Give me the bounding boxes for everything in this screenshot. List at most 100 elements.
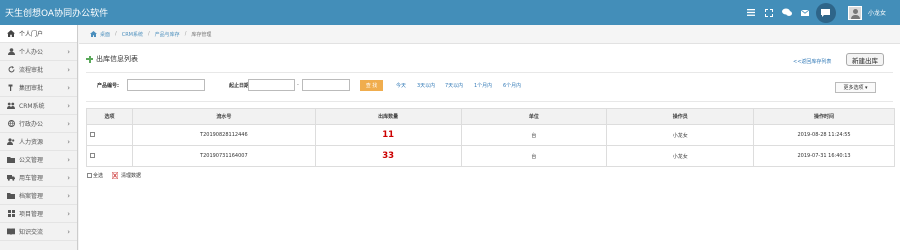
chevron-right-icon: ›: [67, 192, 70, 200]
sidebar-item-label: 知识交流: [19, 229, 44, 236]
row-checkbox[interactable]: [90, 131, 95, 137]
quick-filter-3days[interactable]: 3天以内: [417, 82, 435, 89]
sidebar-item-personal-office[interactable]: 个人办公 ›: [0, 43, 77, 61]
time-cell: 2019-08-28 11:24:55: [753, 124, 895, 146]
globe-icon: [7, 120, 15, 128]
outbound-table: 选项 流水号 出库数量 单位 操作员 操作时间 T20190828112446 …: [86, 108, 895, 167]
chevron-right-icon: ›: [67, 84, 70, 92]
plus-icon: [86, 55, 93, 63]
more-options-button[interactable]: 更多选项 ▾: [835, 82, 876, 93]
serial-cell: T20190731164007: [131, 145, 316, 167]
sidebar-item-label: 行政办公: [19, 121, 44, 128]
avatar[interactable]: [847, 5, 862, 20]
people-icon: [7, 138, 15, 146]
serial-cell: T20190828112446: [131, 124, 316, 146]
sidebar-item-documents[interactable]: 公文管理 ›: [0, 151, 77, 169]
chevron-right-icon: ›: [67, 210, 70, 218]
new-outbound-button[interactable]: 新建出库: [846, 53, 884, 66]
search-button[interactable]: 查 找: [360, 80, 383, 91]
home-icon: [7, 30, 15, 38]
quick-filter-today[interactable]: 今天: [396, 82, 406, 89]
select-all-checkbox[interactable]: [87, 173, 92, 178]
filter-bar: 产品编号: 起止日期: - 查 找 今天 3天以内 7天以内 1个月内 6个月内: [97, 79, 897, 92]
sidebar-item-label: 人力资源: [19, 139, 44, 146]
grid-icon: [7, 210, 15, 218]
page-title: 出库信息列表: [96, 55, 138, 63]
quick-filter-1month[interactable]: 1个月内: [474, 82, 492, 89]
sidebar-item-admin-office[interactable]: 行政办公 ›: [0, 115, 77, 133]
sidebar-item-hr[interactable]: 人力资源 ›: [0, 133, 77, 151]
row-select-cell: [86, 145, 133, 167]
book-icon: [7, 228, 15, 236]
sidebar-item-vehicles[interactable]: 用车管理 ›: [0, 169, 77, 187]
operator-cell: 小龙女: [606, 145, 755, 167]
group-icon: [7, 102, 15, 110]
time-cell: 2019-07-31 16:40:13: [753, 145, 895, 167]
quantity-cell: 11: [314, 124, 462, 146]
top-toolbar: 小龙女: [742, 0, 890, 25]
column-header-time[interactable]: 操作时间: [753, 108, 895, 125]
chevron-right-icon: ›: [67, 174, 70, 182]
sidebar: 个人门户 个人办公 › 流程审批 › 集团审批 › CRM系统 › 行政办公 ›…: [0, 25, 78, 250]
operator-cell: 小龙女: [606, 124, 755, 146]
breadcrumb-separator: /: [184, 31, 187, 37]
select-all-label[interactable]: 全选: [93, 172, 103, 179]
clear-data-link[interactable]: 清理数据: [121, 172, 141, 179]
breadcrumb-crm[interactable]: CRM系统: [122, 31, 143, 38]
sidebar-item-personal-portal[interactable]: 个人门户: [0, 25, 77, 43]
row-checkbox[interactable]: [90, 152, 95, 158]
chevron-right-icon: ›: [67, 66, 70, 74]
unit-cell: 台: [460, 145, 608, 167]
app-title: 天生创想OA协同办公软件: [5, 9, 109, 19]
user-name[interactable]: 小龙女: [868, 8, 886, 17]
sidebar-item-workflow[interactable]: 流程审批 ›: [0, 61, 77, 79]
sidebar-item-group-approval[interactable]: 集团审批 ›: [0, 79, 77, 97]
quick-filter-6months[interactable]: 6个月内: [503, 82, 521, 89]
sidebar-item-label: 公文管理: [19, 157, 44, 164]
folder-icon: [7, 156, 15, 164]
column-header-quantity[interactable]: 出库数量: [314, 108, 462, 125]
chevron-right-icon: ›: [67, 120, 70, 128]
table-row: T20190731164007 33 台 小龙女 2019-07-31 16:4…: [86, 145, 895, 167]
column-header-serial[interactable]: 流水号: [131, 108, 316, 125]
main-content: 出库信息列表 <<返回库存列表 新建出库 产品编号: 起止日期: - 查 找 今…: [79, 44, 900, 250]
quantity-value: 11: [382, 130, 395, 140]
table-footer-actions: 全选 清理数据: [87, 171, 141, 180]
menu-lines-icon[interactable]: [742, 0, 760, 25]
product-number-label: 产品编号:: [97, 83, 119, 89]
sidebar-item-archives[interactable]: 档案管理 ›: [0, 187, 77, 205]
start-date-input[interactable]: [248, 79, 295, 91]
chevron-right-icon: ›: [67, 138, 70, 146]
sidebar-item-label: 流程审批: [19, 67, 44, 74]
home-icon[interactable]: [90, 31, 97, 37]
sidebar-item-label: CRM系统: [19, 103, 45, 110]
column-header-operator[interactable]: 操作员: [606, 108, 755, 125]
sidebar-item-crm[interactable]: CRM系统 ›: [0, 97, 77, 115]
chevron-right-icon: ›: [67, 102, 70, 110]
quick-filter-7days[interactable]: 7天以内: [445, 82, 463, 89]
back-to-inventory-link[interactable]: <<返回库存列表: [793, 58, 831, 65]
breadcrumb: 桌面 / CRM系统 / 产品与库存 / 库存管理: [79, 25, 900, 44]
fullscreen-icon[interactable]: [760, 0, 778, 25]
date-dash: -: [297, 82, 299, 88]
breadcrumb-current: 库存管理: [191, 31, 212, 38]
top-navbar: 天生创想OA协同办公软件 小龙女: [0, 0, 900, 25]
breadcrumb-separator: /: [115, 31, 117, 37]
sidebar-item-label: 项目管理: [19, 211, 44, 218]
sidebar-item-knowledge[interactable]: 知识交流 ›: [0, 223, 77, 241]
mail-icon[interactable]: [796, 0, 814, 25]
message-icon[interactable]: [815, 2, 836, 23]
chevron-right-icon: ›: [67, 156, 70, 164]
breadcrumb-separator: /: [147, 31, 150, 37]
product-number-input[interactable]: [127, 79, 205, 91]
quantity-value: 33: [382, 151, 395, 161]
breadcrumb-home[interactable]: 桌面: [100, 31, 110, 38]
chat-bubbles-icon[interactable]: [778, 0, 796, 25]
person-icon: [7, 48, 15, 56]
sidebar-item-projects[interactable]: 项目管理 ›: [0, 205, 77, 223]
breadcrumb-products[interactable]: 产品与库存: [155, 31, 180, 38]
row-select-cell: [86, 124, 133, 146]
end-date-input[interactable]: [302, 79, 350, 91]
delete-icon[interactable]: [111, 171, 119, 180]
column-header-unit[interactable]: 单位: [460, 108, 608, 125]
